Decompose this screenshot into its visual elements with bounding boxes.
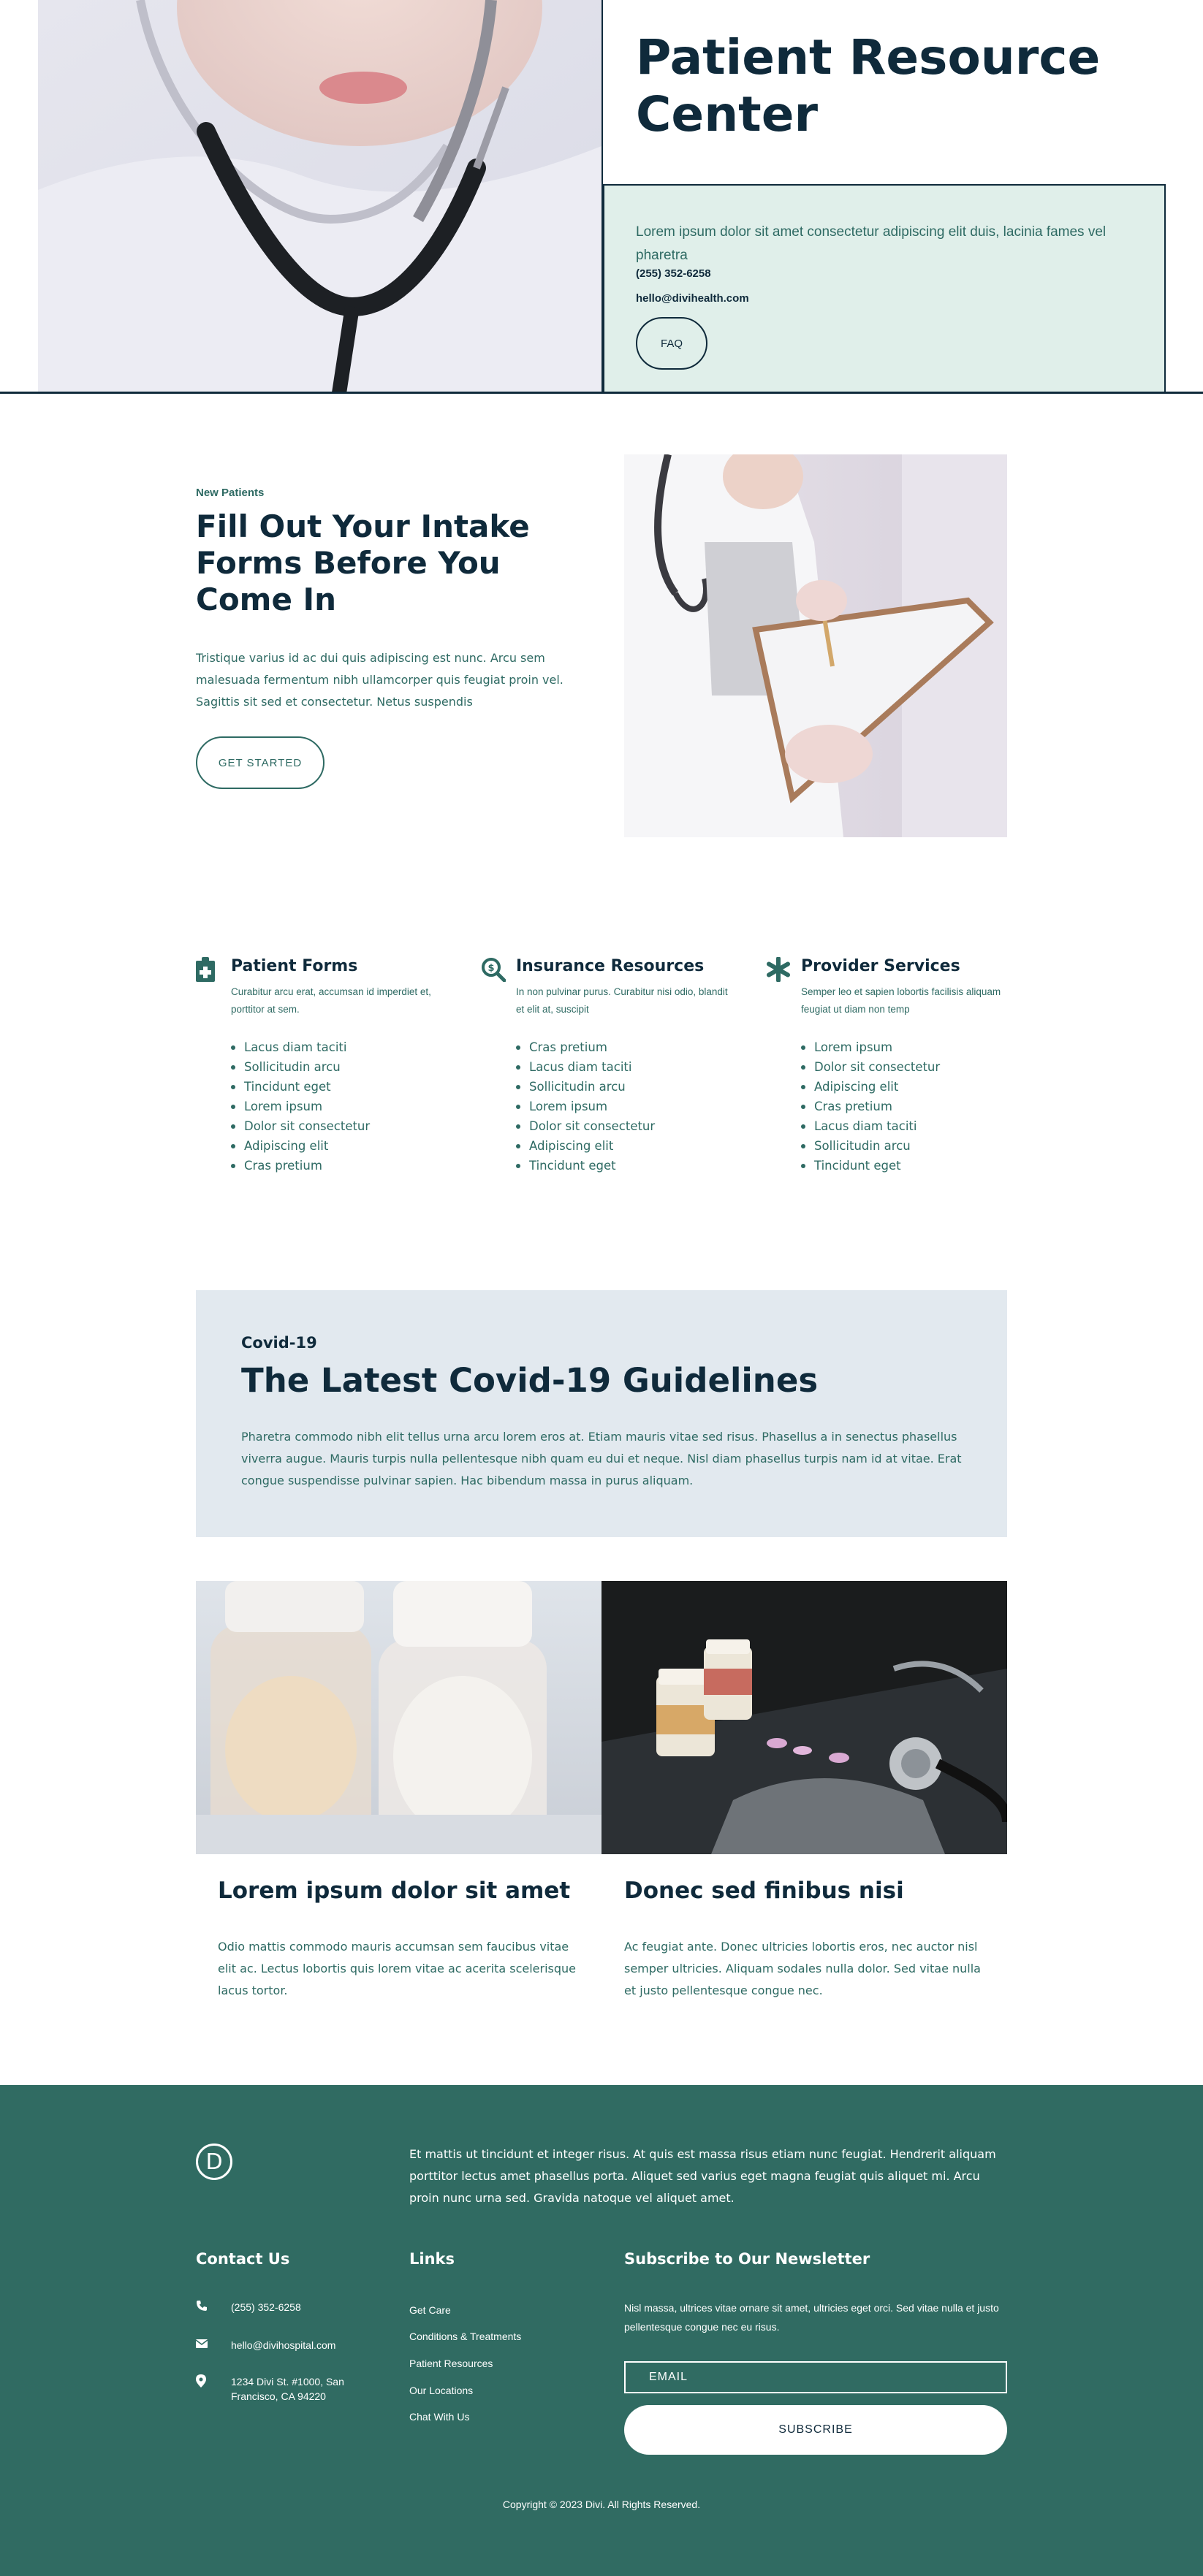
envelope-icon <box>195 2338 209 2351</box>
hero-doctor-stethoscope-image <box>38 0 602 393</box>
list-item[interactable]: Adipiscing elit <box>801 1077 940 1097</box>
resource-list: Lorem ipsum Dolor sit consectetur Adipis… <box>801 1037 940 1175</box>
phone-icon <box>196 2300 209 2313</box>
contact-heading: Contact Us <box>196 2250 290 2268</box>
list-item[interactable]: Dolor sit consectetur <box>801 1057 940 1077</box>
list-item[interactable]: Tincidunt eget <box>516 1156 655 1175</box>
svg-text:$: $ <box>487 963 494 974</box>
subscribe-button[interactable]: SUBSCRIBE <box>624 2405 1007 2455</box>
list-item[interactable]: Lorem ipsum <box>231 1097 370 1116</box>
list-item[interactable]: Dolor sit consectetur <box>231 1116 370 1136</box>
list-item[interactable]: Tincidunt eget <box>801 1156 940 1175</box>
faq-button[interactable]: FAQ <box>636 317 707 370</box>
copyright-text: Copyright © 2023 Divi. All Rights Reserv… <box>502 2499 701 2510</box>
pill-bottles-image[interactable] <box>196 1581 602 1854</box>
medicine-stethoscope-image[interactable] <box>602 1581 1007 1854</box>
resource-description: In non pulvinar purus. Curabitur nisi od… <box>516 986 728 1015</box>
hero-bottom-divider <box>0 392 1203 394</box>
list-item[interactable]: Sollicitudin arcu <box>801 1136 940 1156</box>
contact-address-text: 1234 Divi St. #1000, San Francisco, CA 9… <box>231 2376 344 2402</box>
resource-description: Semper leo et sapien lobortis facilisis … <box>801 986 1001 1015</box>
list-item[interactable]: Sollicitudin arcu <box>516 1077 655 1097</box>
intake-eyebrow: New Patients <box>196 487 265 499</box>
covid-eyebrow: Covid-19 <box>241 1334 317 1352</box>
list-item[interactable]: Lorem ipsum <box>516 1097 655 1116</box>
page-title: Patient Resource Center <box>636 29 1101 142</box>
covid-description: Pharetra commodo nibh elit tellus urna a… <box>241 1430 962 1487</box>
list-item[interactable]: Sollicitudin arcu <box>231 1057 370 1077</box>
map-pin-icon <box>196 2374 209 2388</box>
contact-email-text: hello@divihospital.com <box>231 2339 336 2351</box>
list-item[interactable]: Adipiscing elit <box>231 1136 370 1156</box>
links-heading: Links <box>409 2250 455 2268</box>
asterisk-icon <box>766 956 790 983</box>
intake-description: Tristique varius id ac dui quis adipisci… <box>196 651 563 709</box>
footer-about-text: Et mattis ut tincidunt et integer risus.… <box>409 2147 996 2205</box>
article-description: Odio mattis commodo mauris accumsan sem … <box>218 1940 577 1997</box>
covid-card <box>196 1290 1007 1537</box>
footer-link-patient-resources[interactable]: Patient Resources <box>409 2358 493 2369</box>
list-item[interactable]: Cras pretium <box>801 1097 940 1116</box>
article-title[interactable]: Donec sed finibus nisi <box>624 1876 1004 1905</box>
medical-kit-icon <box>196 957 219 983</box>
list-item[interactable]: Lacus diam taciti <box>516 1057 655 1077</box>
contact-phone-text: (255) 352-6258 <box>231 2301 301 2313</box>
resource-title: Insurance Resources <box>516 957 705 975</box>
newsletter-email-input[interactable] <box>624 2361 1007 2393</box>
footer-link-chat[interactable]: Chat With Us <box>409 2411 469 2423</box>
divi-logo[interactable]: D <box>196 2144 232 2180</box>
list-item[interactable]: Adipiscing elit <box>516 1136 655 1156</box>
hero-email[interactable]: hello@divihealth.com <box>636 292 749 305</box>
get-started-button[interactable]: GET STARTED <box>196 736 325 789</box>
list-item[interactable]: Lacus diam taciti <box>231 1037 370 1057</box>
hero-description: Lorem ipsum dolor sit amet consectetur a… <box>636 224 1107 263</box>
footer-link-get-care[interactable]: Get Care <box>409 2304 451 2316</box>
hero-phone[interactable]: (255) 352-6258 <box>636 267 711 280</box>
resource-description: Curabitur arcu erat, accumsan id imperdi… <box>231 986 431 1015</box>
list-item[interactable]: Lorem ipsum <box>801 1037 940 1057</box>
resource-title: Provider Services <box>801 957 960 975</box>
doctor-clipboard-image <box>624 454 1007 837</box>
intake-title: Fill Out Your Intake Forms Before You Co… <box>196 508 530 617</box>
dollar-search-icon: $ <box>481 957 506 983</box>
article-description: Ac feugiat ante. Donec ultricies loborti… <box>624 1940 981 1997</box>
list-item[interactable]: Cras pretium <box>516 1037 655 1057</box>
newsletter-heading: Subscribe to Our Newsletter <box>624 2250 870 2268</box>
resource-list: Cras pretium Lacus diam taciti Sollicitu… <box>516 1037 655 1175</box>
footer-link-conditions[interactable]: Conditions & Treatments <box>409 2331 521 2342</box>
resource-list: Lacus diam taciti Sollicitudin arcu Tinc… <box>231 1037 370 1175</box>
list-item[interactable]: Cras pretium <box>231 1156 370 1175</box>
covid-title: The Latest Covid-19 Guidelines <box>241 1361 819 1400</box>
list-item[interactable]: Dolor sit consectetur <box>516 1116 655 1136</box>
resource-title: Patient Forms <box>231 957 358 975</box>
newsletter-description: Nisl massa, ultrices vitae ornare sit am… <box>624 2302 999 2333</box>
list-item[interactable]: Lacus diam taciti <box>801 1116 940 1136</box>
article-title[interactable]: Lorem ipsum dolor sit amet <box>218 1876 598 1905</box>
footer-link-locations[interactable]: Our Locations <box>409 2385 473 2396</box>
list-item[interactable]: Tincidunt eget <box>231 1077 370 1097</box>
